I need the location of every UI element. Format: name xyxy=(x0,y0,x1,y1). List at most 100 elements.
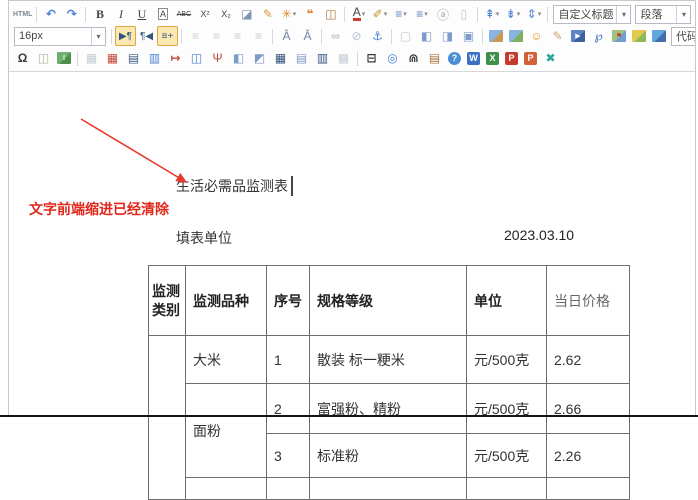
special-char-button[interactable]: Ω xyxy=(12,47,33,69)
unordered-list-button[interactable]: ≡▾ xyxy=(411,3,432,25)
editor-content-area[interactable]: 生活必需品监测表 文字前端缩进已经清除 填表单位 2023.03.10 监测类别… xyxy=(9,72,695,417)
table-cell[interactable]: 富强粉、精粉 xyxy=(310,384,467,434)
highlight-color-button[interactable]: ✐▾ xyxy=(369,3,390,25)
image-align-right-icon[interactable]: ◨ xyxy=(437,25,458,47)
table-cell[interactable] xyxy=(547,478,630,500)
format-painter-icon[interactable]: ✎ xyxy=(257,3,278,25)
table-cell[interactable]: 元/500克 xyxy=(467,336,547,384)
anchor-icon[interactable]: ⚓ xyxy=(367,25,388,47)
table-cell[interactable]: 1 xyxy=(267,336,310,384)
custom-title-select[interactable]: 自定义标题▾ xyxy=(553,5,631,24)
pdf-export-icon[interactable]: P xyxy=(505,52,518,65)
unlink-icon[interactable]: ⊘ xyxy=(346,25,367,47)
space-before-paragraph-button[interactable]: ⇞▾ xyxy=(481,3,502,25)
split-cells-button[interactable]: ▩ xyxy=(333,47,354,69)
table-cell[interactable] xyxy=(310,478,467,500)
table-cell[interactable]: 3 xyxy=(267,434,310,478)
table-cell[interactable] xyxy=(467,478,547,500)
screenshot-icon[interactable] xyxy=(509,30,523,42)
merge-right-button[interactable]: ◧ xyxy=(228,47,249,69)
lowercase-list-icon[interactable]: ⓐ xyxy=(432,3,453,25)
auto-typeset-icon[interactable]: ✳▾ xyxy=(278,3,299,25)
delete-table-button[interactable]: ▦ xyxy=(102,47,123,69)
image-align-center-icon[interactable]: ▣ xyxy=(458,25,479,47)
ordered-list-button[interactable]: ≡▾ xyxy=(390,3,411,25)
table-cell[interactable]: 2.26 xyxy=(547,434,630,478)
document-date[interactable]: 2023.03.10 xyxy=(504,227,574,243)
insert-image-icon[interactable] xyxy=(489,30,503,42)
source-html-button[interactable]: HTML xyxy=(12,3,33,25)
table-cell[interactable]: 2.62 xyxy=(547,336,630,384)
image-align-left-icon[interactable]: ◧ xyxy=(416,25,437,47)
table-header-cell[interactable]: 单位 xyxy=(467,266,547,336)
char-border-button[interactable]: A xyxy=(152,3,173,25)
table-cell[interactable]: 面粉 xyxy=(186,384,267,478)
table-cell[interactable]: 标准粉 xyxy=(310,434,467,478)
paragraph-indent-button[interactable]: ≡+ xyxy=(157,26,178,46)
table-cell[interactable]: 元/500克 xyxy=(467,434,547,478)
insert-row-button[interactable]: ▥ xyxy=(144,47,165,69)
redo-button[interactable]: ↷ xyxy=(61,3,82,25)
datetime-icon[interactable]: ◫ xyxy=(33,47,54,69)
underline-button[interactable]: U xyxy=(131,3,152,25)
paragraph-select[interactable]: 段落▾ xyxy=(635,5,691,24)
undo-button[interactable]: ↶ xyxy=(40,3,61,25)
video-icon[interactable]: ▶ xyxy=(571,30,585,42)
print-button[interactable]: ⊟ xyxy=(361,47,382,69)
strikethrough-button[interactable]: ABC xyxy=(173,3,194,25)
table-cell[interactable] xyxy=(267,478,310,500)
table-header-cell[interactable]: 当日价格 xyxy=(547,266,630,336)
insert-column-button[interactable]: ◫ xyxy=(186,47,207,69)
table-header-cell[interactable]: 监测类别 xyxy=(149,266,186,336)
table-header-cell[interactable]: 序号 xyxy=(267,266,310,336)
delete-row-button[interactable]: ↦ xyxy=(165,47,186,69)
space-after-paragraph-button[interactable]: ⇟▾ xyxy=(502,3,523,25)
table-title-button[interactable]: ▤ xyxy=(123,47,144,69)
blockquote-icon[interactable]: ❝ xyxy=(299,3,320,25)
split-to-columns-button[interactable]: ▥ xyxy=(312,47,333,69)
merge-down-button[interactable]: ◩ xyxy=(249,47,270,69)
insert-code-icon[interactable] xyxy=(652,30,666,42)
font-color-button[interactable]: A▾ xyxy=(348,3,369,25)
formula-icon[interactable] xyxy=(632,30,646,42)
letter-spacing-increase-button[interactable]: Â xyxy=(276,25,297,47)
indent-firstline-button[interactable]: ▶¶ xyxy=(115,26,136,46)
table-header-cell[interactable]: 规格等级 xyxy=(310,266,467,336)
excel-import-icon[interactable]: ⇧ xyxy=(57,52,71,64)
table-cell[interactable]: 2.66 xyxy=(547,384,630,434)
table-cell[interactable]: 散装 标一粳米 xyxy=(310,336,467,384)
template-icon[interactable]: ▤ xyxy=(424,47,445,69)
align-center-button[interactable]: ≡ xyxy=(206,25,227,47)
image-align-none-icon[interactable]: ▢ xyxy=(395,25,416,47)
line-height-button[interactable]: ⇕▾ xyxy=(523,3,544,25)
price-table[interactable]: 监测类别监测品种序号规格等级单位当日价格 大米1散装 标一粳米元/500克2.6… xyxy=(148,265,630,500)
emoji-icon[interactable]: ☺ xyxy=(526,25,547,47)
merge-cells-button[interactable]: ▦ xyxy=(270,47,291,69)
table-cell[interactable]: 大米 xyxy=(186,336,267,384)
delete-column-button[interactable]: Ψ xyxy=(207,47,228,69)
subscript-button[interactable]: X₂ xyxy=(215,3,236,25)
align-justify-button[interactable]: ≡ xyxy=(248,25,269,47)
find-replace-button[interactable]: ⋒ xyxy=(403,47,424,69)
bold-button[interactable]: B xyxy=(89,3,110,25)
indent-remove-button[interactable]: ¶◀ xyxy=(136,25,157,47)
paste-plain-icon[interactable]: ◫ xyxy=(320,3,341,25)
table-header-cell[interactable]: 监测品种 xyxy=(186,266,267,336)
link-icon[interactable]: ∞ xyxy=(325,25,346,47)
attachment-icon[interactable]: ℘ xyxy=(588,25,609,47)
category-cell[interactable] xyxy=(149,336,186,500)
align-right-button[interactable]: ≡ xyxy=(227,25,248,47)
map-icon[interactable]: ⚑ xyxy=(612,30,626,42)
word-import-icon[interactable]: W xyxy=(467,52,480,65)
help-icon[interactable]: ? xyxy=(448,52,461,65)
close-editor-icon[interactable]: ✖ xyxy=(540,47,561,69)
scrawl-icon[interactable]: ✎ xyxy=(547,25,568,47)
table-cell[interactable]: 2 xyxy=(267,384,310,434)
ppt-export-icon[interactable]: P xyxy=(524,52,537,65)
table-cell[interactable] xyxy=(186,478,267,500)
code-language-select[interactable]: 代码语言▾ xyxy=(671,27,695,46)
align-left-button[interactable]: ≡ xyxy=(185,25,206,47)
preview-button[interactable]: ◎ xyxy=(382,47,403,69)
font-size-select[interactable]: 16px▾ xyxy=(14,27,106,46)
letter-spacing-decrease-button[interactable]: Ǎ xyxy=(297,25,318,47)
